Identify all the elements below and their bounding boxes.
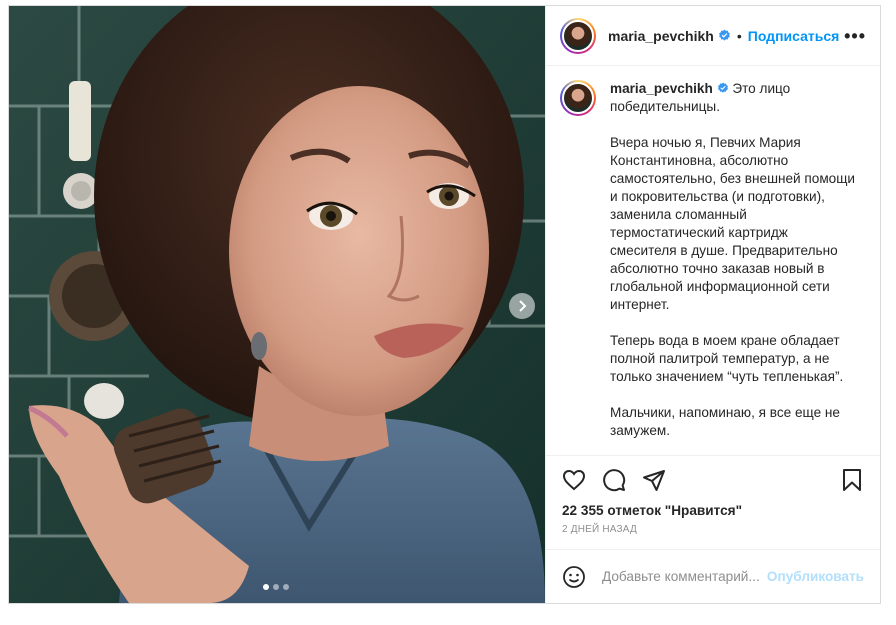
carousel-dot <box>273 584 279 590</box>
comment-input[interactable] <box>602 569 767 584</box>
caption-username-link[interactable]: maria_pevchikh <box>610 81 713 96</box>
comment-button[interactable] <box>602 468 626 492</box>
follow-button[interactable]: Подписаться <box>748 28 840 44</box>
publish-button[interactable]: Опубликовать <box>767 569 864 584</box>
post-header: maria_pevchikh • Подписаться ••• <box>546 6 880 66</box>
post-sidebar: maria_pevchikh • Подписаться ••• maria_p… <box>545 6 880 603</box>
emoji-icon[interactable] <box>562 565 586 589</box>
caption-paragraph: Теперь вода в моем кране обладает полной… <box>610 333 844 384</box>
chevron-right-icon <box>519 300 527 312</box>
comment-icon <box>603 469 626 492</box>
like-button[interactable] <box>562 468 586 492</box>
caption-avatar[interactable] <box>560 80 596 116</box>
action-icons <box>562 462 864 498</box>
carousel-next-button[interactable] <box>509 293 535 319</box>
likes-count[interactable]: 22 355 отметок "Нравится" <box>562 503 864 518</box>
post-timestamp[interactable]: 2 дней назад <box>562 524 864 535</box>
caption: maria_pevchikh Это лицо победительницы. … <box>610 80 855 440</box>
post-photo <box>9 6 545 603</box>
avatar[interactable] <box>560 17 596 54</box>
share-icon <box>643 470 665 491</box>
verified-icon <box>717 82 728 93</box>
more-options-button[interactable]: ••• <box>844 27 866 45</box>
save-button[interactable] <box>840 468 864 492</box>
post-modal: maria_pevchikh • Подписаться ••• maria_p… <box>8 5 881 604</box>
carousel-indicator <box>263 584 289 590</box>
caption-row: maria_pevchikh Это лицо победительницы. … <box>560 80 864 440</box>
post-actions: 22 355 отметок "Нравится" 2 дней назад <box>546 455 880 549</box>
add-comment-bar: Опубликовать <box>546 549 880 603</box>
bookmark-icon <box>843 469 861 491</box>
carousel-dot <box>283 584 289 590</box>
heart-icon <box>562 469 586 491</box>
comments-section[interactable]: maria_pevchikh Это лицо победительницы. … <box>546 66 880 455</box>
share-button[interactable] <box>642 468 666 492</box>
username-link[interactable]: maria_pevchikh <box>608 28 714 44</box>
caption-paragraph: Вчера ночью я, Певчих Мария Константинов… <box>610 135 856 312</box>
separator-dot: • <box>736 27 742 44</box>
verified-icon <box>718 29 730 41</box>
caption-paragraph: Мальчики, напоминаю, я все еще не замуже… <box>610 405 840 438</box>
carousel-dot <box>263 584 269 590</box>
post-media[interactable] <box>9 6 545 603</box>
